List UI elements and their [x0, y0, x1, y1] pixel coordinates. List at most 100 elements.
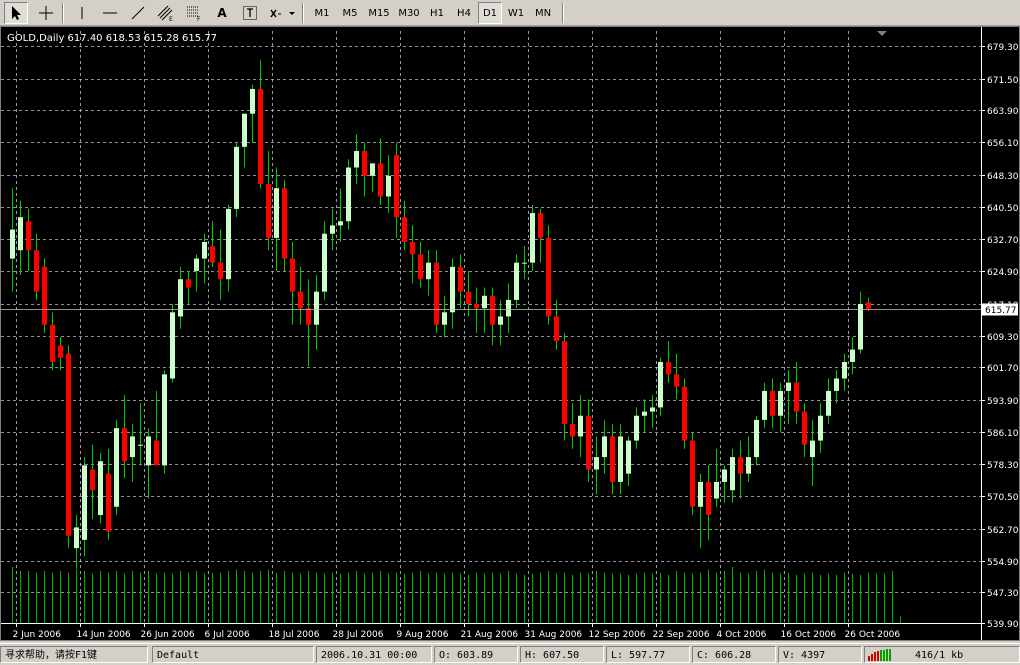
timeframe-label: M5: [342, 7, 358, 19]
candle-body-bear: [770, 390, 775, 416]
candle-body-bull: [338, 221, 343, 226]
candle-body-bear: [458, 266, 463, 292]
svg-text:F: F: [197, 16, 201, 22]
candle-body-bull: [322, 233, 327, 292]
candle-body-bear: [554, 316, 559, 342]
text-label-tool-button[interactable]: [238, 2, 262, 24]
text-tool-button[interactable]: A: [210, 2, 234, 24]
candle: [810, 419, 815, 487]
candle-body-bull: [498, 316, 503, 325]
candle-body-bear: [418, 254, 423, 280]
candle: [114, 419, 119, 516]
timeframe-m5-button[interactable]: M5: [336, 2, 364, 24]
candle-body-bull: [386, 175, 391, 197]
candle-body-bull: [850, 349, 855, 362]
timeframe-label: M15: [368, 7, 390, 19]
timeframe-mn-button[interactable]: MN: [530, 2, 556, 24]
y-tick-label: 679.30: [987, 43, 1019, 53]
candle: [738, 440, 743, 499]
x-tick-label: 14 Jun 2006: [77, 630, 131, 640]
status-profile: Default: [152, 646, 314, 663]
candle-body-bear: [154, 440, 159, 466]
x-tick-label: 26 Oct 2006: [845, 630, 901, 640]
candle: [474, 287, 479, 333]
y-tick-label: 578.30: [987, 461, 1019, 471]
candle: [186, 270, 191, 305]
candle: [450, 258, 455, 329]
candle-body-bull: [370, 163, 375, 176]
y-tick-label: 648.30: [987, 172, 1019, 182]
timeframe-m30-button[interactable]: M30: [394, 2, 424, 24]
candle: [34, 233, 39, 300]
timeframe-label: H1: [430, 7, 444, 19]
candle: [170, 304, 175, 383]
text-label-icon: [243, 6, 257, 20]
candle-body-bull: [786, 382, 791, 391]
crosshair-tool-button[interactable]: [34, 2, 58, 24]
candle: [250, 84, 255, 143]
y-tick-label: 601.70: [987, 364, 1019, 374]
timeframe-d1-button[interactable]: D1: [478, 2, 502, 24]
horizontal-line-button[interactable]: [98, 2, 122, 24]
candle: [586, 399, 591, 482]
candle: [778, 382, 783, 433]
candle: [378, 138, 383, 205]
trendline-button[interactable]: [126, 2, 150, 24]
candle-body-bear: [282, 188, 287, 259]
timeframe-m15-button[interactable]: M15: [364, 2, 394, 24]
timeframe-h4-button[interactable]: H4: [450, 2, 478, 24]
chart-window[interactable]: 679.30 671.50 663.90 656.10 648.30 640.50 632.…: [0, 26, 1020, 641]
candle-body-bull: [162, 374, 167, 466]
x-tick-label: 12 Sep 2006: [589, 630, 646, 640]
equidistant-channel-button[interactable]: E: [154, 2, 178, 24]
candle: [226, 204, 231, 292]
candle-body-bull: [530, 213, 535, 263]
candle-body-bear: [490, 295, 495, 325]
candle-body-bear: [610, 436, 615, 482]
cursor-tool-button[interactable]: [4, 2, 28, 24]
fibonacci-button[interactable]: F: [182, 2, 206, 24]
candle-body-bull: [650, 407, 655, 412]
candle: [258, 59, 263, 189]
timeframe-w1-button[interactable]: W1: [502, 2, 530, 24]
candle: [290, 241, 295, 325]
candle-body-bull: [514, 262, 519, 300]
vertical-line-button[interactable]: [70, 2, 94, 24]
candle: [154, 390, 159, 466]
candle: [98, 452, 103, 524]
candle: [818, 403, 823, 453]
candle-body-bear: [298, 291, 303, 309]
candle-body-bear: [410, 241, 415, 255]
candle-body-bear: [546, 237, 551, 317]
candle: [306, 279, 311, 367]
candle: [610, 424, 615, 495]
candle: [282, 179, 287, 271]
candle-body-bull: [618, 436, 623, 482]
candle: [274, 167, 279, 271]
candle: [482, 287, 487, 333]
y-tick-label: 562.70: [987, 526, 1019, 536]
candle: [570, 403, 575, 449]
arrows-dropdown-button[interactable]: [266, 2, 298, 24]
candle: [178, 266, 183, 329]
candle-body-bear: [690, 440, 695, 507]
candle: [50, 312, 55, 371]
fibonacci-icon: F: [187, 6, 201, 22]
timeframe-h1-button[interactable]: H1: [424, 2, 450, 24]
horizontal-line-icon: [103, 12, 117, 14]
candle: [634, 407, 639, 449]
timeframe-m1-button[interactable]: M1: [308, 2, 336, 24]
candle: [314, 275, 319, 350]
y-tick-label: 656.10: [987, 139, 1019, 149]
candle-body-bull: [250, 88, 255, 114]
candle: [602, 419, 607, 474]
candle-body-bear: [362, 150, 367, 176]
arrow-cursor-icon: [12, 6, 21, 20]
candle: [706, 465, 711, 540]
candle-body-bull: [594, 457, 599, 470]
candle-body-bear: [738, 457, 743, 474]
candle: [74, 515, 79, 569]
candle-body-bull: [858, 304, 863, 350]
price-chart[interactable]: 679.30 671.50 663.90 656.10 648.30 640.50 632.…: [1, 27, 1019, 640]
timeframe-label: M1: [314, 7, 330, 19]
